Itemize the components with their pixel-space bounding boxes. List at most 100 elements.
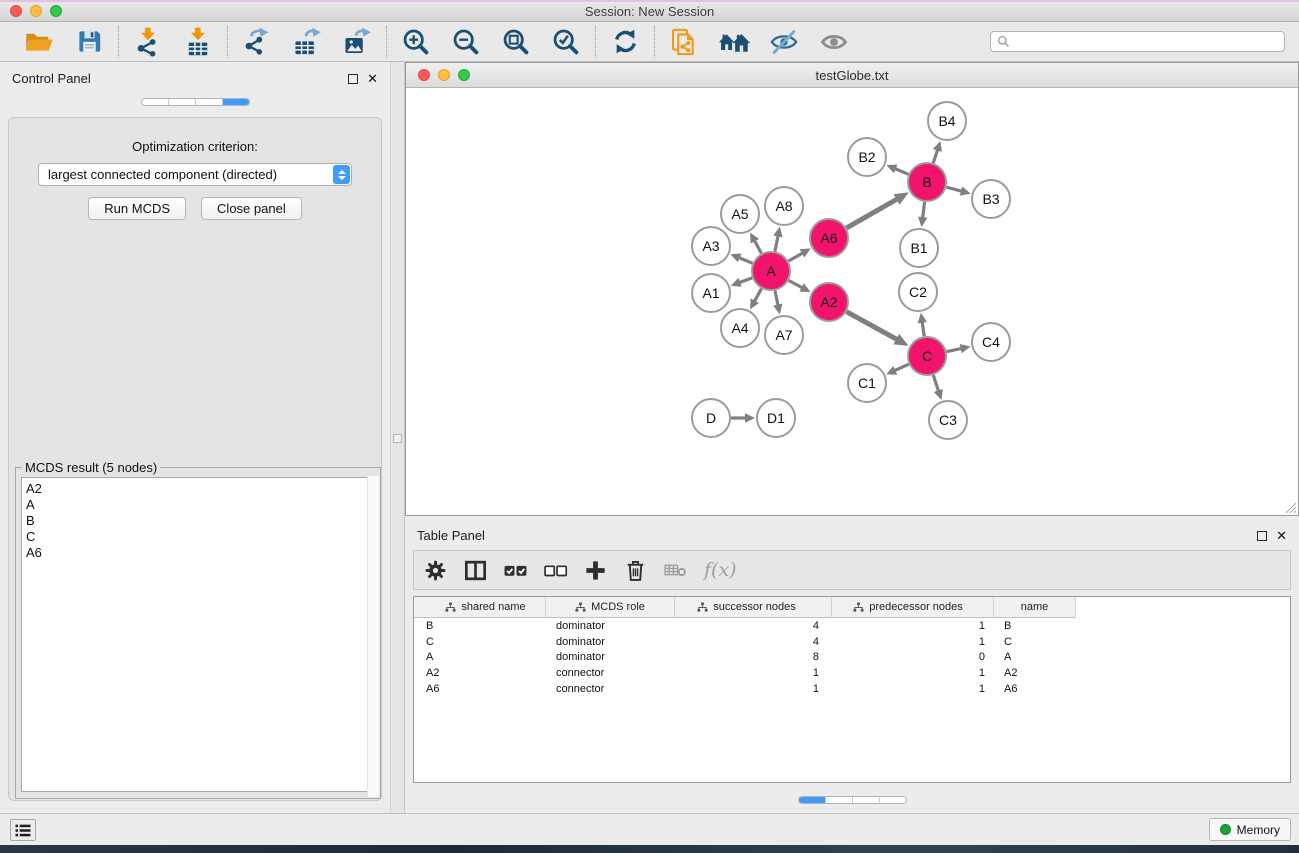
create-network-from-file-icon[interactable] xyxy=(666,25,702,59)
export-image-icon[interactable] xyxy=(339,25,375,59)
search-field[interactable] xyxy=(990,31,1285,52)
graph-edge-A2-C[interactable] xyxy=(847,312,898,340)
column-header-mcds-role[interactable]: MCDS role xyxy=(546,597,675,618)
mcds-result-item[interactable]: A2 xyxy=(26,481,374,497)
cell-mcds-role: dominator xyxy=(546,620,675,632)
graph-edge-B-B1[interactable] xyxy=(923,202,925,218)
cell-shared-name: C xyxy=(414,636,546,648)
table-row[interactable]: A2 connector 1 1 A2 xyxy=(414,665,1290,681)
graph-edge-A-A6[interactable] xyxy=(788,253,803,261)
hide-graphics-details-icon[interactable] xyxy=(766,25,802,59)
graph-node-label: C3 xyxy=(939,412,957,428)
graph-edge-A-A2[interactable] xyxy=(789,280,803,287)
zoom-in-icon[interactable] xyxy=(398,25,434,59)
divider-grip[interactable] xyxy=(393,434,402,443)
table-row[interactable]: A6 connector 1 1 A6 xyxy=(414,681,1290,697)
criterion-dropdown[interactable]: largest connected component (directed) xyxy=(38,163,352,186)
control-panel-tab[interactable] xyxy=(223,99,249,105)
float-table-panel-icon[interactable] xyxy=(1257,531,1267,541)
import-network-icon[interactable] xyxy=(130,25,166,59)
result-list-scrollbar[interactable] xyxy=(367,476,379,797)
table-panel-tab[interactable] xyxy=(799,797,826,803)
column-hierarchy-icon xyxy=(575,602,586,613)
close-table-panel-icon[interactable]: ✕ xyxy=(1276,531,1287,541)
table-row[interactable]: C dominator 4 1 C xyxy=(414,634,1290,650)
export-table-icon[interactable] xyxy=(289,25,325,59)
cell-mcds-role: connector xyxy=(546,683,675,695)
dropdown-stepper-icon xyxy=(333,165,350,184)
table-row[interactable]: A dominator 8 0 A xyxy=(414,649,1290,665)
houses-icon[interactable] xyxy=(716,25,752,59)
table-header-filler xyxy=(1076,597,1290,618)
graph-edge-B-B4[interactable] xyxy=(933,150,937,163)
graph-edge-A-A8[interactable] xyxy=(775,235,778,251)
mcds-result-list: A2ABCA6 xyxy=(21,477,375,792)
network-graph[interactable]: B4B2BB3A8A5A6A3B1AA1C2A2A4A7C4CC1C3DD1 xyxy=(406,88,1296,515)
graph-node-label: D xyxy=(706,410,716,426)
close-panel-icon[interactable]: ✕ xyxy=(367,74,378,84)
control-panel-tab[interactable] xyxy=(142,99,169,105)
close-panel-button[interactable]: Close panel xyxy=(201,197,302,220)
show-graphics-details-icon[interactable] xyxy=(816,25,852,59)
refresh-view-icon[interactable] xyxy=(607,25,643,59)
column-header-shared-name[interactable]: shared name xyxy=(414,597,546,618)
zoom-selected-icon[interactable] xyxy=(548,25,584,59)
control-panel-title: Control Panel xyxy=(12,71,91,86)
select-all-icon[interactable] xyxy=(500,555,530,585)
window-resize-grip[interactable] xyxy=(1284,501,1297,514)
graph-edge-A-A5[interactable] xyxy=(754,240,761,253)
cell-successor-nodes: 8 xyxy=(675,651,832,663)
table-panel-tab[interactable] xyxy=(880,797,906,803)
float-panel-icon[interactable] xyxy=(348,74,358,84)
open-session-icon[interactable] xyxy=(21,25,57,59)
show-columns-icon[interactable] xyxy=(460,555,490,585)
graph-edge-B-B2[interactable] xyxy=(895,169,909,175)
status-bar: Memory xyxy=(0,813,1299,845)
table-panel: Table Panel ✕ xyxy=(405,520,1299,813)
table-mode-gear-icon[interactable] xyxy=(420,555,450,585)
export-network-icon[interactable] xyxy=(239,25,275,59)
column-header-successor-nodes[interactable]: successor nodes xyxy=(675,597,832,618)
mcds-result-item[interactable]: C xyxy=(26,529,374,545)
search-input[interactable] xyxy=(1015,35,1278,49)
graph-edge-B-B3[interactable] xyxy=(946,187,962,191)
graph-edge-C-C4[interactable] xyxy=(947,348,962,351)
graph-edge-A-A4[interactable] xyxy=(754,289,761,302)
table-row[interactable]: B dominator 4 1 B xyxy=(414,618,1290,634)
mcds-result-item[interactable]: A6 xyxy=(26,545,374,561)
mcds-result-item[interactable]: A xyxy=(26,497,374,513)
memory-status-icon xyxy=(1220,824,1231,835)
deselect-all-icon[interactable] xyxy=(540,555,570,585)
column-header-name[interactable]: name xyxy=(994,597,1076,618)
cell-predecessor-nodes: 1 xyxy=(832,667,994,679)
table-panel-tab[interactable] xyxy=(826,797,853,803)
control-panel-tab[interactable] xyxy=(169,99,196,105)
mcds-result-item[interactable]: B xyxy=(26,513,374,529)
cell-predecessor-nodes: 1 xyxy=(832,683,994,695)
graph-edge-C-C2[interactable] xyxy=(922,322,924,336)
graph-edge-A-A1[interactable] xyxy=(739,278,752,283)
network-canvas[interactable]: B4B2BB3A8A5A6A3B1AA1C2A2A4A7C4CC1C3DD1 xyxy=(406,88,1298,515)
panel-divider[interactable] xyxy=(390,62,405,813)
memory-button[interactable]: Memory xyxy=(1209,818,1291,841)
save-session-icon[interactable] xyxy=(71,25,107,59)
cell-shared-name: B xyxy=(414,620,546,632)
cell-name: B xyxy=(994,620,1076,632)
run-mcds-button[interactable]: Run MCDS xyxy=(88,197,186,220)
table-panel-tab[interactable] xyxy=(853,797,880,803)
function-builder-icon: f(x) xyxy=(700,559,737,581)
column-header-predecessor-nodes[interactable]: predecessor nodes xyxy=(832,597,994,618)
trash-icon[interactable] xyxy=(620,555,650,585)
graph-edge-A6-B[interactable] xyxy=(846,199,897,228)
add-icon[interactable] xyxy=(580,555,610,585)
network-window-titlebar: testGlobe.txt xyxy=(406,63,1298,88)
graph-edge-A-A7[interactable] xyxy=(775,291,778,306)
task-history-button[interactable] xyxy=(10,819,36,841)
import-table-icon[interactable] xyxy=(180,25,216,59)
graph-edge-C-C3[interactable] xyxy=(933,375,938,391)
graph-edge-A-A3[interactable] xyxy=(739,258,753,264)
control-panel-tab[interactable] xyxy=(196,99,223,105)
zoom-fit-icon[interactable] xyxy=(498,25,534,59)
graph-edge-C-C1[interactable] xyxy=(894,364,908,370)
zoom-out-icon[interactable] xyxy=(448,25,484,59)
